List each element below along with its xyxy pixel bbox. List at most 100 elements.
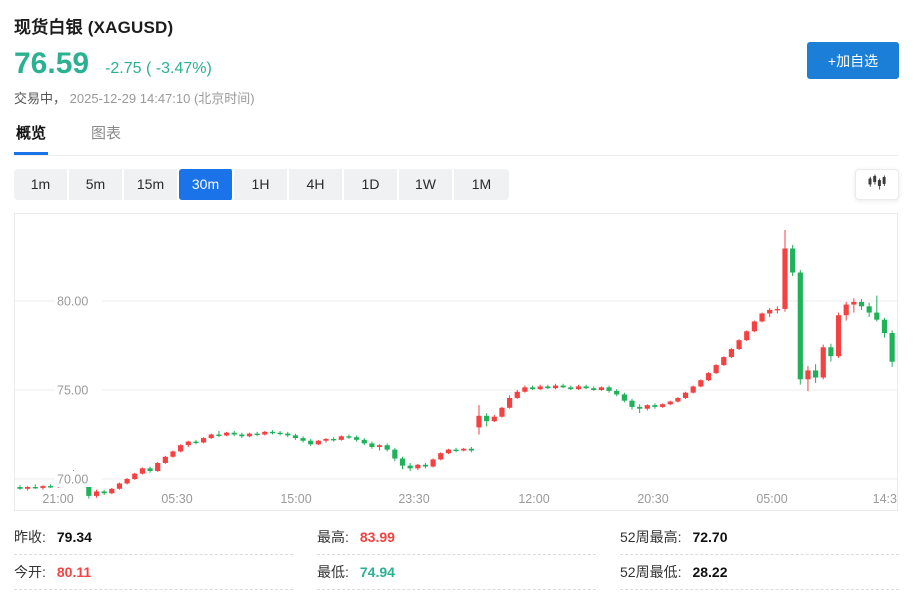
- x-tick-label: 14:3: [873, 492, 897, 506]
- candle-body: [614, 391, 619, 395]
- stat-value: 74.94: [360, 564, 395, 580]
- candle-body: [469, 449, 474, 451]
- interval-1m[interactable]: 1M: [454, 169, 509, 200]
- candle-body: [668, 402, 673, 405]
- candle-body: [813, 370, 818, 377]
- candle-body: [232, 433, 237, 435]
- candle-body: [637, 407, 642, 409]
- add-watchlist-button[interactable]: +加自选: [807, 42, 899, 79]
- candle-body: [400, 459, 405, 466]
- candle-body: [461, 449, 466, 451]
- candle-body: [851, 302, 856, 305]
- candle-body: [844, 305, 849, 316]
- candle-body: [186, 442, 191, 446]
- tab-chart[interactable]: 图表: [89, 122, 123, 155]
- interval-1w[interactable]: 1W: [399, 169, 454, 200]
- candle-body: [698, 380, 703, 386]
- candle-body: [530, 387, 535, 389]
- candle-body: [331, 439, 336, 440]
- x-tick-label: 05:00: [756, 492, 787, 506]
- y-tick-label: 75.00: [57, 384, 88, 398]
- interval-1h[interactable]: 1H: [234, 169, 289, 200]
- candle-body: [759, 313, 764, 321]
- candle-body: [147, 468, 152, 471]
- candle-body: [316, 441, 321, 445]
- candle-body: [446, 450, 451, 454]
- current-price: 76.59: [14, 47, 89, 81]
- candle-body: [821, 347, 826, 377]
- candle-body: [140, 468, 145, 473]
- candle-body: [828, 347, 833, 356]
- candle-body: [117, 483, 122, 488]
- interval-30m[interactable]: 30m: [179, 169, 234, 200]
- stat-value: 83.99: [360, 529, 395, 545]
- interval-1m[interactable]: 1m: [14, 169, 69, 200]
- stat-label: 昨收:: [14, 527, 46, 547]
- candle-body: [438, 453, 443, 459]
- candle-body: [767, 310, 772, 314]
- stat-label: 最低:: [317, 562, 349, 582]
- quote-page: 现货白银 (XAGUSD) 76.59 -2.75 ( -3.47%) 交易中，…: [0, 0, 914, 605]
- candle-body: [476, 416, 481, 428]
- stat-value: 72.70: [692, 529, 727, 545]
- y-tick-label: 80.00: [57, 295, 88, 309]
- candle-body: [652, 405, 657, 407]
- candle-body: [721, 357, 726, 365]
- candle-body: [224, 433, 229, 436]
- candle-body: [170, 451, 175, 456]
- candlestick-icon: [867, 174, 887, 195]
- candle-body: [798, 273, 803, 380]
- interval-5m[interactable]: 5m: [69, 169, 124, 200]
- candle-body: [499, 408, 504, 417]
- candle-body: [193, 442, 198, 443]
- page-title: 现货白银 (XAGUSD): [14, 0, 899, 38]
- candle-body: [132, 474, 137, 479]
- candle-body: [239, 435, 244, 437]
- candle-body: [675, 398, 680, 402]
- candle-body: [415, 465, 420, 469]
- candle-body: [346, 436, 351, 437]
- candle-body: [178, 445, 183, 451]
- candle-body: [209, 435, 214, 439]
- candle-body: [385, 445, 390, 449]
- candle-body: [599, 387, 604, 390]
- candle-body: [94, 491, 99, 495]
- candle-body: [545, 386, 550, 388]
- candle-body: [255, 434, 260, 435]
- interval-4h[interactable]: 4H: [289, 169, 344, 200]
- quote-timestamp: 2025-12-29 14:47:10 (北京时间): [70, 91, 255, 106]
- candle-body: [515, 392, 520, 398]
- interval-row: 1m5m15m30m1H4H1D1W1M: [14, 169, 899, 200]
- candle-body: [553, 386, 558, 389]
- candle-body: [645, 405, 650, 409]
- candle-body: [86, 486, 91, 496]
- candlestick-chart[interactable]: 80.0075.0070.0021:0005:3015:0023:3012:00…: [14, 213, 898, 511]
- interval-1d[interactable]: 1D: [344, 169, 399, 200]
- candle-body: [17, 487, 22, 489]
- candle-body: [775, 309, 780, 310]
- stat-label: 52周最低:: [620, 562, 681, 582]
- market-status: 交易中，: [14, 91, 66, 106]
- candle-body: [629, 401, 634, 407]
- candle-body: [369, 443, 374, 447]
- candle-body: [408, 466, 413, 469]
- candle-body: [270, 432, 275, 433]
- candle-body: [278, 433, 283, 434]
- candle-body: [125, 479, 130, 483]
- candle-body: [606, 387, 611, 391]
- tab-overview[interactable]: 概览: [14, 122, 48, 155]
- stat-cell-1: 最高:83.99: [317, 520, 596, 555]
- chart-style-button[interactable]: [855, 169, 899, 200]
- x-tick-label: 15:00: [280, 492, 311, 506]
- candle-body: [102, 491, 107, 493]
- x-tick-label: 12:00: [518, 492, 549, 506]
- tab-bar: 概览 图表: [14, 122, 899, 156]
- stat-value: 80.11: [57, 564, 91, 580]
- interval-15m[interactable]: 15m: [124, 169, 179, 200]
- stat-label: 今开:: [14, 562, 46, 582]
- candle-wick: [853, 298, 854, 312]
- candle-body: [805, 370, 810, 379]
- candle-body: [354, 437, 359, 440]
- candle-body: [40, 486, 45, 488]
- candle-body: [216, 435, 221, 436]
